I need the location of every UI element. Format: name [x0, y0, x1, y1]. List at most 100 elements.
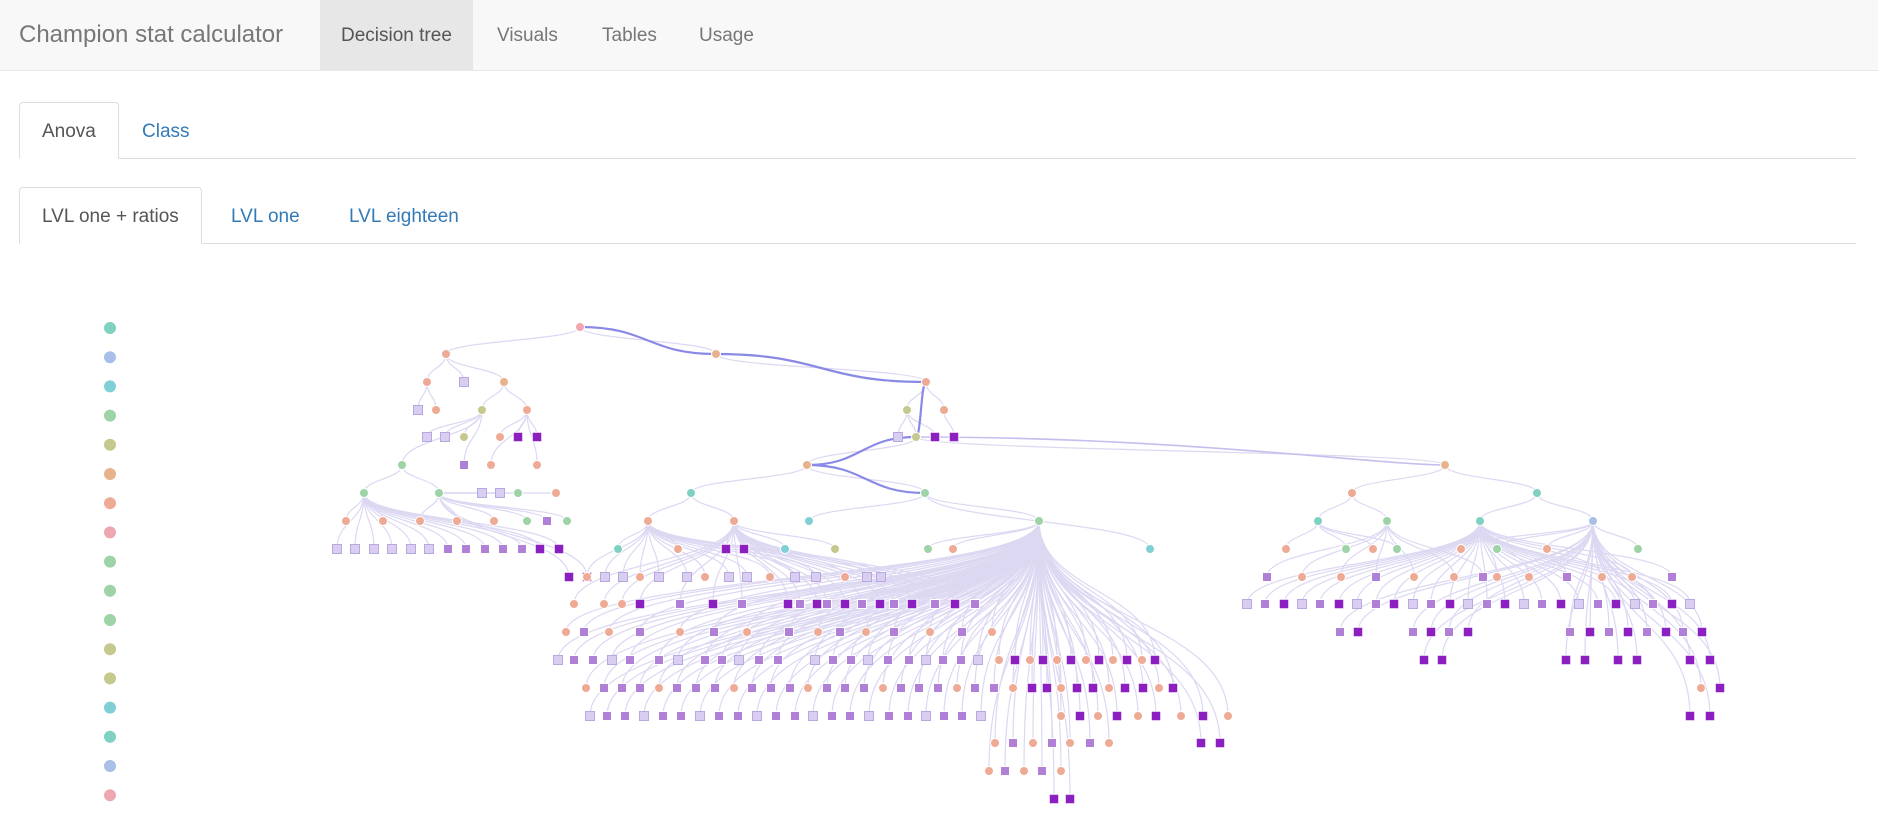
leaf-node[interactable] — [1622, 626, 1634, 638]
nav-usage[interactable]: Usage — [678, 0, 775, 70]
leaf-node[interactable] — [1684, 654, 1696, 666]
leaf-node[interactable] — [1121, 654, 1133, 666]
leaf-node[interactable] — [863, 655, 873, 665]
leaf-node[interactable] — [413, 405, 423, 415]
split-node[interactable] — [441, 349, 451, 359]
split-node[interactable] — [921, 377, 931, 387]
leaf-node[interactable] — [1260, 599, 1270, 609]
tab-lvl-eighteen[interactable]: LVL eighteen — [326, 187, 482, 244]
leaf-node[interactable] — [625, 655, 635, 665]
split-node[interactable] — [711, 349, 721, 359]
leaf-node[interactable] — [737, 599, 747, 609]
leaf-node[interactable] — [827, 711, 837, 721]
leaf-node[interactable] — [939, 711, 949, 721]
leaf-node[interactable] — [1562, 572, 1572, 582]
split-node[interactable] — [1137, 655, 1147, 665]
split-node[interactable] — [643, 516, 653, 526]
leaf-node[interactable] — [1262, 572, 1272, 582]
leaf-node[interactable] — [1064, 793, 1076, 805]
leaf-node[interactable] — [973, 655, 983, 665]
leaf-node[interactable] — [639, 711, 649, 721]
split-node[interactable] — [803, 683, 813, 693]
leaf-node[interactable] — [682, 572, 692, 582]
leaf-node[interactable] — [1565, 627, 1575, 637]
leaf-node[interactable] — [1704, 710, 1716, 722]
leaf-node[interactable] — [989, 683, 999, 693]
leaf-node[interactable] — [1150, 710, 1162, 722]
leaf-node[interactable] — [709, 627, 719, 637]
split-node[interactable] — [1475, 516, 1485, 526]
split-node[interactable] — [613, 544, 623, 554]
leaf-node[interactable] — [1579, 654, 1591, 666]
leaf-node[interactable] — [970, 683, 980, 693]
split-node[interactable] — [675, 627, 685, 637]
split-node[interactable] — [1176, 711, 1186, 721]
split-node[interactable] — [1368, 544, 1378, 554]
split-node[interactable] — [551, 488, 561, 498]
split-node[interactable] — [780, 544, 790, 554]
leaf-node[interactable] — [914, 683, 924, 693]
leaf-node[interactable] — [534, 543, 546, 555]
tab-anova[interactable]: Anova — [19, 102, 119, 159]
split-node[interactable] — [920, 488, 930, 498]
split-node[interactable] — [990, 738, 1000, 748]
leaf-node[interactable] — [949, 598, 961, 610]
app-brand[interactable]: Champion stat calculator — [19, 21, 283, 49]
leaf-node[interactable] — [1648, 599, 1658, 609]
leaf-node[interactable] — [1111, 710, 1123, 722]
leaf-node[interactable] — [350, 544, 360, 554]
split-node[interactable] — [729, 683, 739, 693]
leaf-node[interactable] — [1371, 572, 1381, 582]
split-node[interactable] — [522, 516, 532, 526]
leaf-node[interactable] — [1478, 572, 1488, 582]
split-node[interactable] — [617, 599, 627, 609]
split-node[interactable] — [1524, 572, 1534, 582]
split-node[interactable] — [1627, 572, 1637, 582]
split-node[interactable] — [477, 405, 487, 415]
split-node[interactable] — [499, 377, 509, 387]
leaf-node[interactable] — [620, 711, 630, 721]
leaf-node[interactable] — [563, 571, 575, 583]
split-node[interactable] — [1154, 683, 1164, 693]
nav-tables[interactable]: Tables — [581, 0, 678, 70]
leaf-node[interactable] — [675, 599, 685, 609]
leaf-node[interactable] — [480, 544, 490, 554]
split-node[interactable] — [742, 627, 752, 637]
leaf-node[interactable] — [811, 598, 823, 610]
split-node[interactable] — [1532, 488, 1542, 498]
leaf-node[interactable] — [1333, 598, 1345, 610]
leaf-node[interactable] — [930, 599, 940, 609]
leaf-node[interactable] — [672, 683, 682, 693]
split-node[interactable] — [1019, 766, 1029, 776]
leaf-node[interactable] — [607, 655, 617, 665]
leaf-node[interactable] — [1352, 626, 1364, 638]
leaf-node[interactable] — [635, 683, 645, 693]
split-node[interactable] — [1696, 683, 1706, 693]
leaf-node[interactable] — [1093, 654, 1105, 666]
leaf-node[interactable] — [369, 544, 379, 554]
split-node[interactable] — [1281, 544, 1291, 554]
leaf-node[interactable] — [1000, 766, 1010, 776]
leaf-node[interactable] — [889, 627, 899, 637]
split-node[interactable] — [1081, 655, 1091, 665]
leaf-node[interactable] — [1612, 654, 1624, 666]
tab-lvl-one[interactable]: LVL one — [208, 187, 323, 244]
leaf-node[interactable] — [332, 544, 342, 554]
leaf-node[interactable] — [1584, 626, 1596, 638]
leaf-node[interactable] — [1685, 599, 1695, 609]
split-node[interactable] — [489, 516, 499, 526]
leaf-node[interactable] — [498, 544, 508, 554]
leaf-node[interactable] — [921, 711, 931, 721]
split-node[interactable] — [397, 460, 407, 470]
leaf-node[interactable] — [495, 488, 505, 498]
split-node[interactable] — [813, 627, 823, 637]
leaf-node[interactable] — [579, 627, 589, 637]
split-node[interactable] — [1336, 572, 1346, 582]
split-node[interactable] — [604, 627, 614, 637]
leaf-node[interactable] — [569, 655, 579, 665]
leaf-node[interactable] — [810, 655, 820, 665]
split-node[interactable] — [729, 516, 739, 526]
leaf-node[interactable] — [808, 711, 818, 721]
leaf-node[interactable] — [822, 599, 832, 609]
split-node[interactable] — [1542, 544, 1552, 554]
